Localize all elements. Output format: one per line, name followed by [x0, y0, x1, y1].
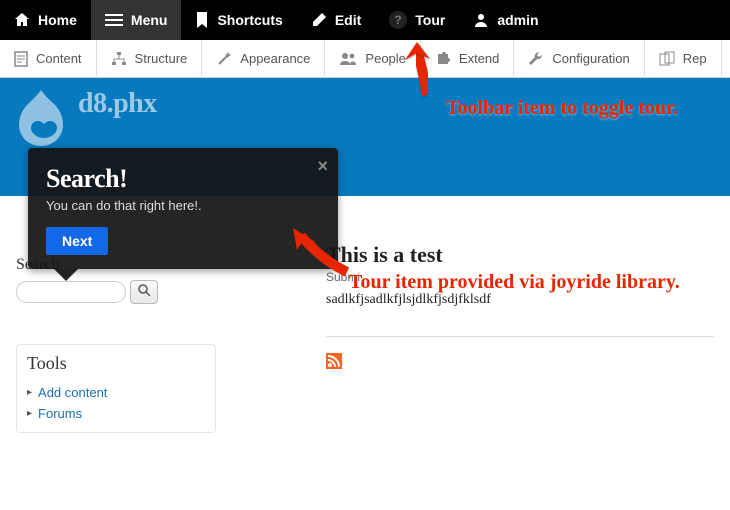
document-icon [14, 51, 28, 67]
annotation-bottom: Tour item provided via joyride library. [349, 270, 709, 294]
bookmark-icon [195, 12, 209, 28]
toolbar-item-user[interactable]: admin [459, 0, 552, 40]
sub-item-appearance[interactable]: Appearance [202, 40, 325, 78]
toolbar-label: admin [497, 12, 538, 28]
menu-icon [105, 12, 123, 28]
search-submit-button[interactable] [130, 280, 158, 304]
toolbar-label: Tour [415, 12, 445, 28]
page-title: This is a test [326, 242, 714, 268]
sub-label: Content [36, 51, 82, 66]
site-name: d8.phx [78, 88, 157, 120]
toolbar-item-tour[interactable]: ? Tour [375, 0, 459, 40]
toolbar-label: Edit [335, 12, 361, 28]
toolbar-sub: Content Structure Appearance People Exte… [0, 40, 730, 78]
tools-item-add-content[interactable]: ▸Add content [17, 382, 215, 403]
sub-item-reports[interactable]: Rep [645, 40, 722, 78]
tooltip-arrow-icon [54, 269, 78, 281]
sub-item-structure[interactable]: Structure [97, 40, 203, 78]
toolbar-label: Menu [131, 12, 168, 28]
tour-tooltip-body: You can do that right here!. [46, 198, 320, 213]
sub-label: Configuration [552, 51, 629, 66]
divider [326, 336, 714, 337]
search-icon [138, 284, 151, 300]
tools-block: Tools ▸Add content ▸Forums [16, 344, 216, 433]
svg-text:?: ? [395, 13, 402, 27]
sub-label: Appearance [240, 51, 310, 66]
wand-icon [216, 51, 232, 67]
sub-label: Rep [683, 51, 707, 66]
sub-item-content[interactable]: Content [0, 40, 97, 78]
people-icon [339, 52, 357, 66]
wrench-icon [528, 51, 544, 67]
question-circle-icon: ? [389, 11, 407, 29]
annotation-arrow-icon [287, 222, 357, 282]
toolbar-item-menu[interactable]: Menu [91, 0, 182, 40]
annotation-arrow-icon [395, 40, 450, 100]
toolbar-item-edit[interactable]: Edit [297, 0, 375, 40]
toolbar-item-home[interactable]: Home [0, 0, 91, 40]
triangle-right-icon: ▸ [27, 408, 32, 419]
rss-icon[interactable] [326, 357, 342, 372]
node-body: sadlkfjsadlkfjlsjdlkfjsdjfklsdf [326, 292, 714, 308]
close-icon[interactable]: × [317, 156, 328, 177]
user-icon [473, 12, 489, 28]
search-input[interactable] [16, 281, 126, 303]
sub-label: Structure [135, 51, 188, 66]
sub-item-configuration[interactable]: Configuration [514, 40, 644, 78]
toolbar-item-shortcuts[interactable]: Shortcuts [181, 0, 296, 40]
toolbar-label: Home [38, 12, 77, 28]
pencil-icon [311, 12, 327, 28]
annotation-top: Toolbar item to toggle tour. [446, 96, 706, 120]
toolbar-label: Shortcuts [217, 12, 282, 28]
triangle-right-icon: ▸ [27, 387, 32, 398]
tour-next-button[interactable]: Next [46, 227, 108, 255]
reports-icon [659, 51, 675, 67]
tools-heading: Tools [17, 345, 215, 382]
structure-icon [111, 51, 127, 67]
home-icon [14, 12, 30, 28]
tools-item-forums[interactable]: ▸Forums [17, 403, 215, 424]
toolbar-top: Home Menu Shortcuts Edit ? Tour admin [0, 0, 730, 40]
sub-label: Extend [459, 51, 499, 66]
tour-tooltip-title: Search! [46, 164, 320, 194]
drupal-logo-icon [10, 84, 72, 149]
